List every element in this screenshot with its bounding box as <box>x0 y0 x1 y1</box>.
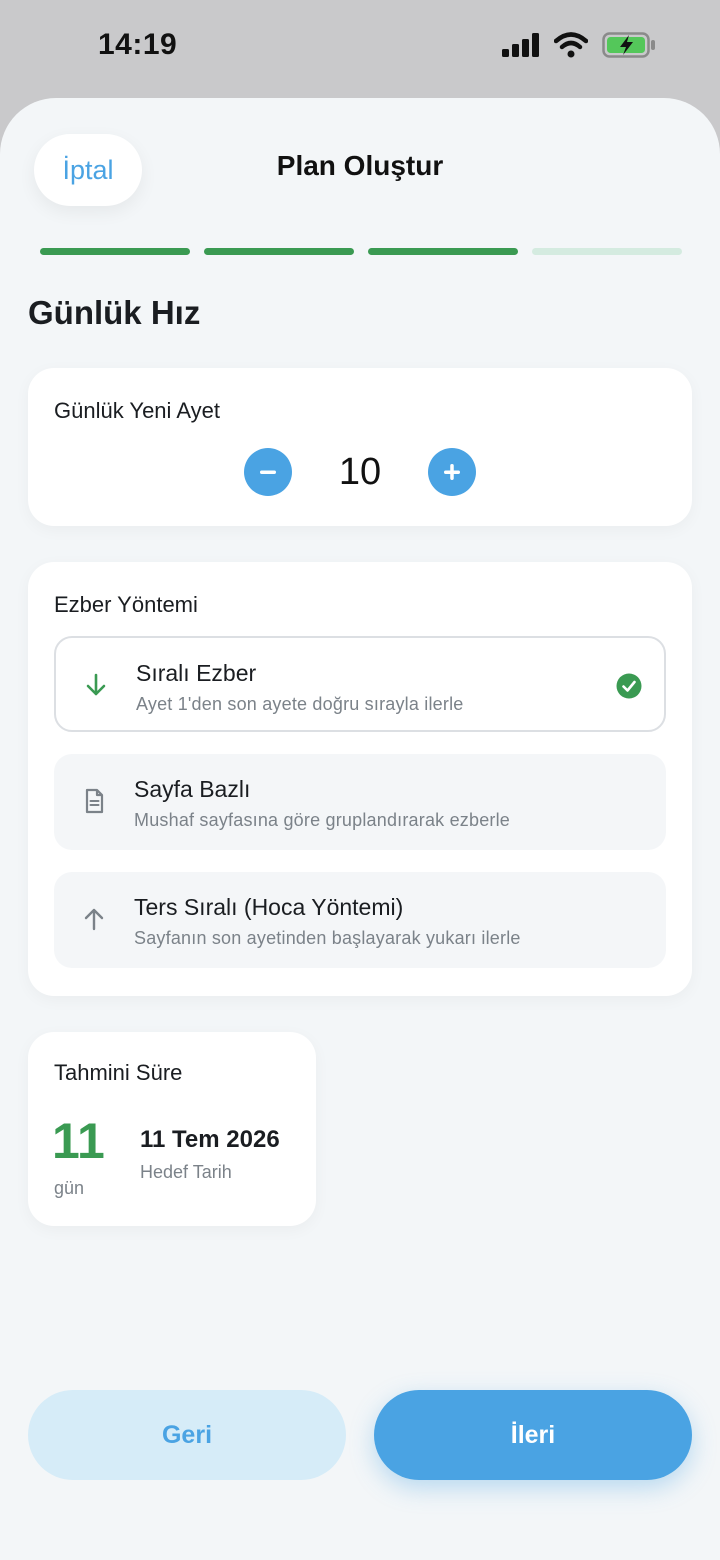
section-title: Günlük Hız <box>28 294 201 331</box>
battery-charging-icon <box>602 32 655 58</box>
option-title: Ters Sıralı (Hoca Yöntemi) <box>134 894 404 920</box>
status-bar: 14:19 <box>0 0 720 98</box>
daily-verses-stepper: 10 <box>28 448 692 496</box>
option-description: Mushaf sayfasına göre gruplandırarak ezb… <box>134 810 511 830</box>
option-title: Sayfa Bazlı <box>134 776 251 802</box>
progress-step-2 <box>204 248 354 255</box>
plus-icon <box>444 464 460 480</box>
progress-step-1 <box>40 248 190 255</box>
estimated-days-unit: gün <box>54 1178 85 1198</box>
target-date-value: 11 Tem 2026 <box>140 1126 280 1153</box>
memorization-method-label: Ezber Yöntemi <box>54 592 198 617</box>
page-title: Plan Oluştur <box>276 150 444 181</box>
signal-icon <box>502 33 539 57</box>
progress-step-3 <box>368 248 518 255</box>
status-icons <box>502 32 656 58</box>
option-reverse-order[interactable]: Ters Sıralı (Hoca Yöntemi) Sayfanın son … <box>54 872 666 968</box>
status-time: 14:19 <box>98 28 178 61</box>
increase-button[interactable] <box>428 448 476 496</box>
option-sequential[interactable]: Sıralı Ezber Ayet 1'den son ayete doğru … <box>54 636 666 732</box>
next-button[interactable]: İleri <box>374 1390 692 1480</box>
option-description: Ayet 1'den son ayete doğru sırayla ilerl… <box>136 694 464 714</box>
decrease-button[interactable] <box>244 448 292 496</box>
estimated-duration-label: Tahmini Süre <box>54 1060 183 1085</box>
minus-icon <box>260 470 276 474</box>
daily-verses-value: 10 <box>338 450 382 493</box>
option-page-based[interactable]: Sayfa Bazlı Mushaf sayfasına göre grupla… <box>54 754 666 850</box>
arrow-up-icon <box>84 908 104 931</box>
option-description: Sayfanın son ayetinden başlayarak yukarı… <box>134 928 521 948</box>
daily-verses-card: Günlük Yeni Ayet 10 <box>28 368 692 526</box>
back-button[interactable]: Geri <box>28 1390 346 1480</box>
option-title: Sıralı Ezber <box>136 660 257 686</box>
wifi-icon <box>554 32 588 58</box>
create-plan-sheet: İptal Plan Oluştur Günlük Hız Günlük Yen… <box>0 98 720 1560</box>
target-date-label: Hedef Tarih <box>140 1162 232 1182</box>
daily-verses-label: Günlük Yeni Ayet <box>54 398 220 423</box>
memorization-method-card: Ezber Yöntemi Sıralı Ezber Ayet 1'den so… <box>28 562 692 996</box>
document-icon <box>85 788 104 814</box>
progress-step-4 <box>532 248 682 255</box>
arrow-down-icon <box>86 673 106 696</box>
check-circle-icon <box>616 673 642 699</box>
estimated-days-value: 11 <box>52 1113 105 1169</box>
estimated-duration-card: Tahmini Süre 11 gün 11 Tem 2026 Hedef Ta… <box>28 1032 316 1226</box>
progress-stepper <box>40 248 682 255</box>
